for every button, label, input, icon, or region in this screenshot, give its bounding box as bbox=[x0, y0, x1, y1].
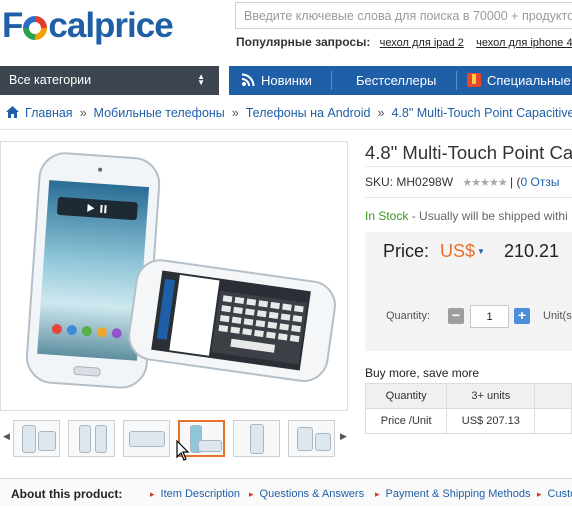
nav-item-specials-label: Специальные bbox=[487, 73, 571, 88]
buy-more-title: Buy more, save more bbox=[365, 366, 480, 380]
in-stock-label: In Stock bbox=[365, 209, 409, 223]
thumbnail-strip: ◀ ▶ bbox=[0, 418, 348, 460]
rating-stars-icon: ★★★★★ bbox=[462, 177, 507, 189]
tab-item-description[interactable]: Item Description bbox=[150, 488, 240, 500]
logo-f: F bbox=[2, 6, 23, 45]
nav-item-bestsellers[interactable]: Бестселлеры bbox=[356, 66, 436, 95]
about-product-bar: About this product: Item Description Que… bbox=[0, 478, 572, 506]
sku-line: SKU: MH0298W ★★★★★ | (0 Отзы bbox=[365, 175, 560, 189]
table-cell: Price /Unit bbox=[364, 408, 448, 434]
popular-searches-label: Популярные запросы: bbox=[236, 35, 371, 49]
mouse-pointer-icon bbox=[176, 440, 190, 461]
quantity-increase-button[interactable]: + bbox=[514, 308, 530, 324]
product-main-image[interactable] bbox=[0, 141, 348, 411]
home-icon[interactable] bbox=[6, 106, 19, 118]
table-header-row: Quantity 3+ units bbox=[364, 383, 572, 409]
price-line: Price: US$ ▼ 210.21 bbox=[383, 241, 559, 262]
about-label: About this product: bbox=[11, 487, 123, 501]
breadcrumb-current-product[interactable]: 4.8" Multi-Touch Point Capacitive S bbox=[391, 106, 572, 120]
thumbs-next-arrow-icon[interactable]: ▶ bbox=[340, 431, 347, 442]
table-header-cell: Quantity bbox=[364, 383, 448, 409]
product-title: 4.8" Multi-Touch Point Cap bbox=[365, 142, 572, 163]
thumbnail[interactable] bbox=[13, 420, 60, 457]
divider bbox=[365, 166, 572, 167]
sku-label: SKU: bbox=[365, 175, 394, 189]
thumbnail[interactable] bbox=[68, 420, 115, 457]
breadcrumb-android-phones[interactable]: Телефоны на Android bbox=[246, 106, 371, 120]
all-categories-button[interactable]: Все категории ▲ ▼ bbox=[0, 66, 219, 95]
popular-link-iphone4[interactable]: чехол для iphone 4 bbox=[476, 37, 572, 49]
nav-divider bbox=[456, 71, 457, 90]
sku-value: MH0298W bbox=[396, 175, 454, 189]
volume-pricing-table: Quantity 3+ units Price /Unit US$ 207.13 bbox=[364, 383, 572, 434]
dropdown-arrow-icon: ▼ bbox=[477, 247, 485, 256]
quantity-decrease-button[interactable]: − bbox=[448, 308, 464, 324]
table-header-cell: 3+ units bbox=[446, 383, 536, 409]
nav-item-new[interactable]: Новинки bbox=[241, 66, 312, 95]
nav-item-new-label: Новинки bbox=[261, 73, 312, 88]
shipping-note: - Usually will be shipped withi bbox=[408, 209, 568, 223]
price-value: 210.21 bbox=[503, 241, 560, 261]
table-cell bbox=[534, 408, 572, 434]
tab-payment-shipping[interactable]: Payment & Shipping Methods bbox=[375, 488, 531, 500]
divider bbox=[365, 197, 572, 198]
table-header-cell bbox=[534, 383, 572, 409]
gift-icon bbox=[467, 73, 481, 87]
quantity-label: Quantity: bbox=[386, 310, 431, 322]
nav-item-bestsellers-label: Бестселлеры bbox=[356, 73, 437, 88]
nav-divider bbox=[331, 71, 332, 90]
logo-rest: calprice bbox=[48, 6, 173, 45]
breadcrumb: Главная» Мобильные телефоны» Телефоны на A… bbox=[6, 106, 572, 120]
table-row: Price /Unit US$ 207.13 bbox=[364, 408, 572, 434]
main-nav: Новинки Бестселлеры Специальные bbox=[229, 66, 572, 95]
site-logo[interactable]: Fcalprice bbox=[2, 6, 174, 46]
reviews-link[interactable]: 0 Отзы bbox=[521, 175, 560, 189]
breadcrumb-mobile-phones[interactable]: Мобильные телефоны bbox=[94, 106, 225, 120]
nav-item-specials[interactable]: Специальные bbox=[467, 66, 571, 95]
phone-illustration bbox=[25, 152, 336, 389]
table-cell: US$ 207.13 bbox=[446, 408, 536, 434]
quantity-input[interactable] bbox=[470, 305, 509, 328]
unit-label: Unit(s bbox=[543, 310, 572, 322]
breadcrumb-home[interactable]: Главная bbox=[25, 106, 73, 120]
search-input[interactable]: Введите ключевые слова для поиска в 7000… bbox=[235, 2, 572, 29]
thumbs-prev-arrow-icon[interactable]: ◀ bbox=[3, 431, 10, 442]
thumbnail[interactable] bbox=[288, 420, 335, 457]
price-box: Price: US$▼ 210.21 Quantity: − + Unit(s bbox=[365, 232, 572, 351]
price-label: Price: bbox=[383, 241, 430, 261]
logo-ring-icon bbox=[23, 16, 48, 40]
tab-customer-reviews[interactable]: Custo bbox=[537, 488, 572, 500]
popular-link-ipad2[interactable]: чехол для ipad 2 bbox=[380, 37, 464, 49]
currency-selector[interactable]: US$ ▼ bbox=[440, 241, 485, 261]
currency-label: US$ bbox=[440, 241, 476, 261]
stock-status: In Stock - Usually will be shipped withi bbox=[365, 209, 568, 223]
popular-searches: Популярные запросы: чехол для ipad 2 чех… bbox=[236, 35, 572, 49]
divider bbox=[0, 129, 572, 130]
thumbnail[interactable] bbox=[123, 420, 170, 457]
rss-icon bbox=[241, 73, 255, 87]
chevron-down-icon: ▲ ▼ bbox=[197, 72, 205, 87]
tab-questions-answers[interactable]: Questions & Answers bbox=[249, 488, 365, 500]
thumbnail[interactable] bbox=[233, 420, 280, 457]
all-categories-label: Все категории bbox=[9, 73, 92, 87]
